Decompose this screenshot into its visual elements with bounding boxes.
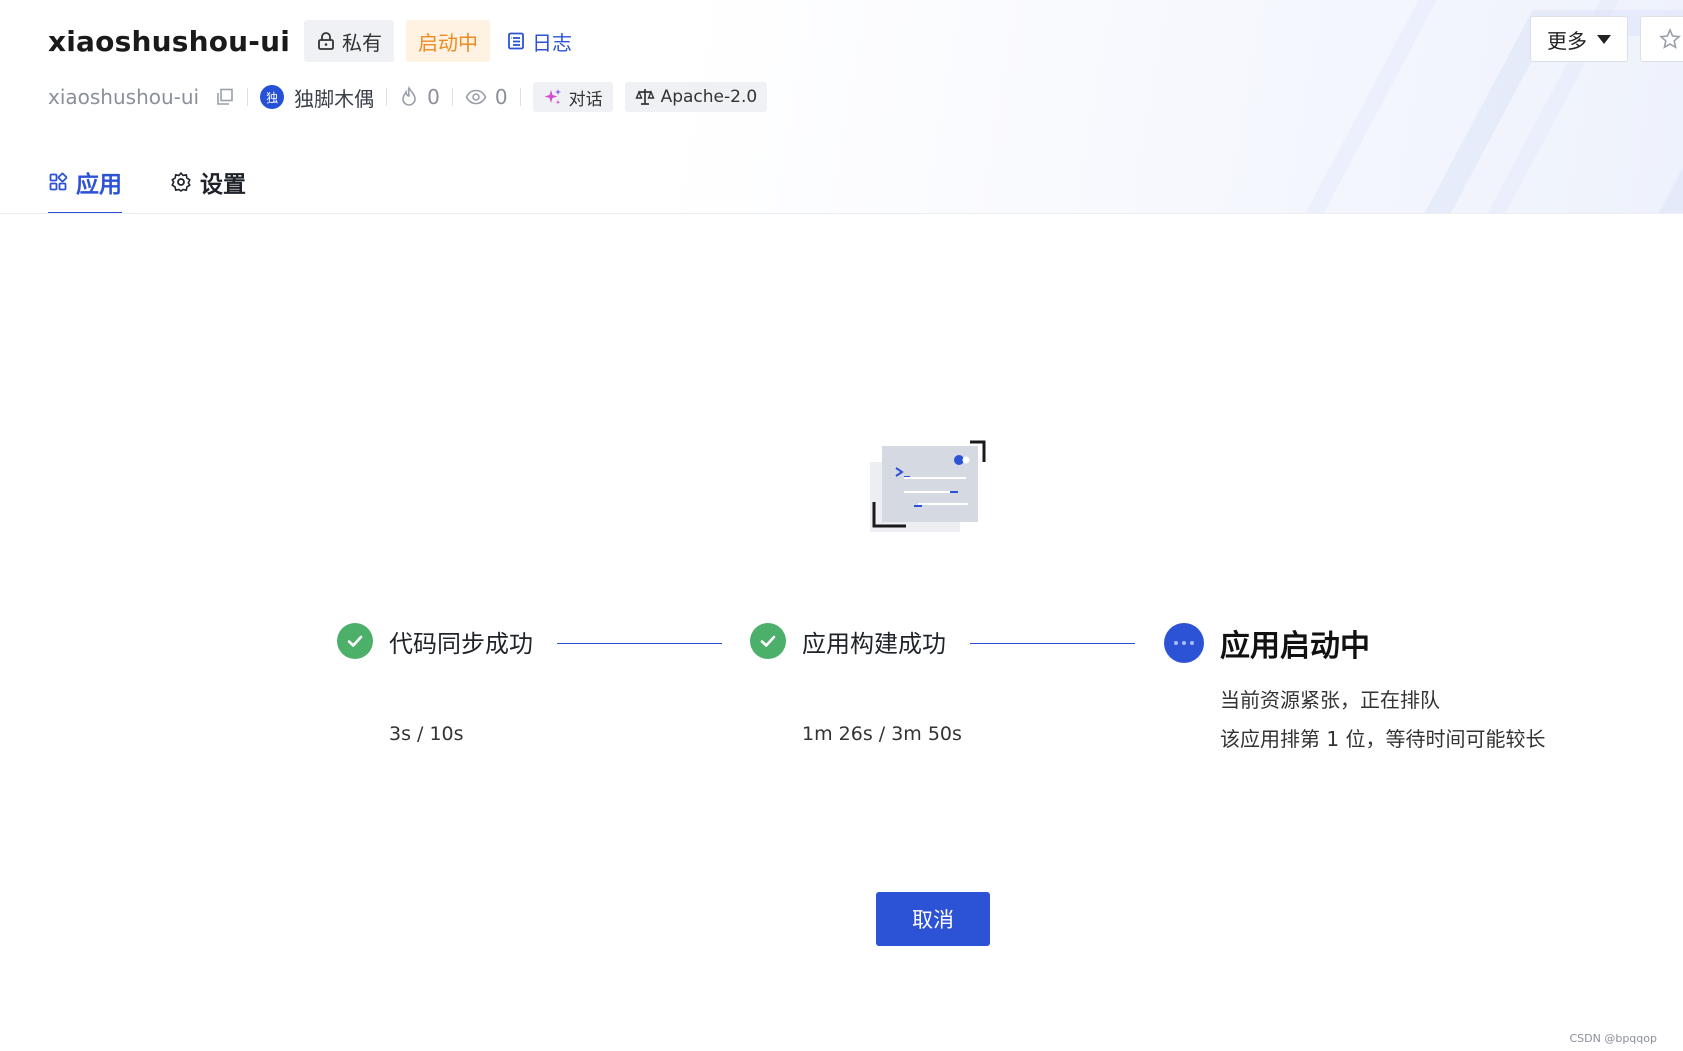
avatar: 独 xyxy=(260,85,285,109)
gear-icon xyxy=(171,172,191,192)
step-build: 应用构建成功 xyxy=(750,623,946,659)
lock-icon xyxy=(318,32,334,50)
repo-name: xiaoshushou-ui xyxy=(48,85,200,109)
license-badge[interactable]: Apache-2.0 xyxy=(624,82,768,112)
tab-settings-label: 设置 xyxy=(200,172,246,198)
step-time: 1m 26s / 3m 50s xyxy=(802,723,962,745)
grid-icon xyxy=(49,172,68,191)
like-count: 0 xyxy=(427,85,440,109)
step-label: 应用启动中 xyxy=(1220,629,1370,664)
divider xyxy=(386,88,388,106)
flame-icon[interactable] xyxy=(399,86,419,108)
app-header: xiaoshushou-ui 私有 启动中 日志 xiaoshushou-ui xyxy=(0,0,1683,214)
step-label: 应用构建成功 xyxy=(802,629,946,658)
log-link[interactable]: 日志 xyxy=(502,20,576,62)
divider xyxy=(247,88,249,106)
app-title: xiaoshushou-ui xyxy=(48,24,291,58)
log-icon xyxy=(508,32,524,50)
tab-app[interactable]: 应用 xyxy=(48,150,122,213)
step-start: 应用启动中 xyxy=(1164,621,1370,665)
view-count: 0 xyxy=(494,85,508,109)
step-connector xyxy=(557,643,722,644)
more-label: 更多 xyxy=(1547,28,1587,53)
terminal-illustration xyxy=(870,440,986,532)
divider xyxy=(451,88,453,106)
scale-icon xyxy=(635,89,655,105)
meta-row: xiaoshushou-ui 独 独脚木偶 0 0 对话 Apache-2.0 xyxy=(48,80,779,114)
license-label: Apache-2.0 xyxy=(660,87,758,107)
caret-down-icon xyxy=(1597,34,1611,44)
log-link-label: 日志 xyxy=(532,30,573,55)
step-time: 3s / 10s xyxy=(389,723,464,745)
queue-status-text: 当前资源紧张，正在排队 xyxy=(1220,688,1440,712)
title-row: xiaoshushou-ui 私有 启动中 日志 xyxy=(48,20,588,62)
copy-icon[interactable] xyxy=(215,87,235,107)
watermark: CSDN @bpqqop xyxy=(1569,1032,1657,1045)
queue-position-text: 该应用排第 1 位，等待时间可能较长 xyxy=(1220,727,1546,751)
status-badge: 启动中 xyxy=(406,20,491,62)
step-connector xyxy=(970,643,1135,644)
owner-name[interactable]: 独脚木偶 xyxy=(294,83,374,112)
divider xyxy=(519,88,521,106)
success-check-icon xyxy=(750,623,786,659)
tab-bar: 应用 设置 xyxy=(48,150,294,213)
in-progress-icon xyxy=(1164,623,1204,663)
tab-settings[interactable]: 设置 xyxy=(170,150,246,213)
star-icon xyxy=(1659,28,1681,49)
eye-icon xyxy=(465,89,487,105)
chat-label: 对话 xyxy=(568,89,603,110)
private-tag: 私有 xyxy=(304,20,395,62)
step-label: 代码同步成功 xyxy=(389,629,533,658)
tab-app-label: 应用 xyxy=(76,172,122,198)
cancel-button[interactable]: 取消 xyxy=(876,892,990,946)
sparkle-icon xyxy=(544,89,561,105)
star-button[interactable] xyxy=(1640,16,1683,62)
private-tag-label: 私有 xyxy=(342,30,383,55)
chat-button[interactable]: 对话 xyxy=(532,82,613,112)
success-check-icon xyxy=(337,623,373,659)
more-button[interactable]: 更多 xyxy=(1530,16,1628,62)
step-sync: 代码同步成功 xyxy=(337,623,533,659)
